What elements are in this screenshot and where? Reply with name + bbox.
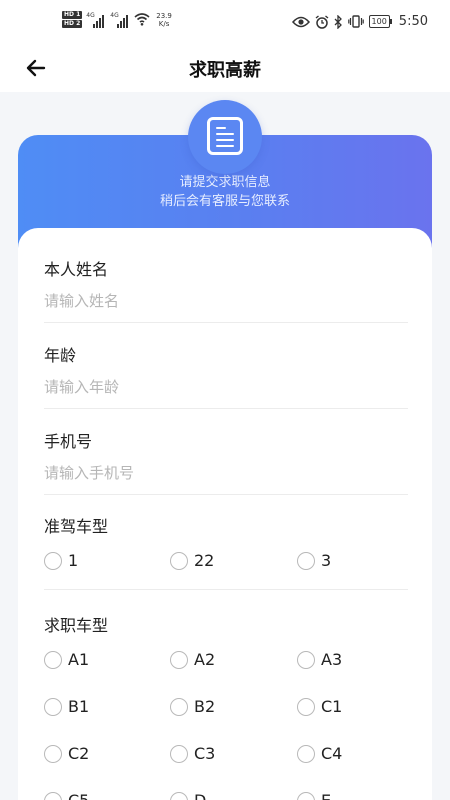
- banner-text: 请提交求职信息 稍后会有客服与您联系: [18, 173, 432, 211]
- radio-icon[interactable]: [170, 650, 188, 669]
- wifi-icon: [134, 13, 150, 26]
- job-form: 本人姓名 年龄 手机号 准驾车型 1 22 3 求职车型 A1 A2 A3: [18, 228, 432, 800]
- signal-icon: 4G: [86, 12, 106, 28]
- vehicle-option-a2[interactable]: A2: [170, 650, 215, 669]
- alarm-icon: [315, 14, 328, 29]
- radio-icon[interactable]: [297, 551, 315, 570]
- license-type-label: 准驾车型: [44, 517, 109, 536]
- vehicle-option-c2[interactable]: C2: [44, 744, 89, 763]
- radio-icon[interactable]: [44, 744, 62, 763]
- vehicle-option-e[interactable]: E: [297, 791, 331, 800]
- vibrate-icon: [347, 15, 364, 28]
- bluetooth-icon: [334, 14, 342, 29]
- divider: [44, 494, 408, 495]
- page-title: 求职高薪: [189, 60, 261, 81]
- hd-badge-2: HD 2: [62, 20, 83, 28]
- signal-icon: 4G: [110, 12, 130, 28]
- vehicle-option-a3[interactable]: A3: [297, 650, 342, 669]
- radio-icon[interactable]: [297, 697, 315, 716]
- license-option-22[interactable]: 22: [170, 551, 214, 570]
- phone-label: 手机号: [44, 432, 93, 451]
- radio-icon[interactable]: [44, 551, 62, 570]
- battery-icon: 100: [368, 15, 393, 28]
- vehicle-option-d[interactable]: D: [170, 791, 206, 800]
- vehicle-option-b1[interactable]: B1: [44, 697, 89, 716]
- status-bar: HD 1 HD 2 4G 4G 23.9 K/s 100 5:50: [0, 0, 450, 44]
- job-vehicle-label: 求职车型: [44, 616, 109, 635]
- app-header: 求职高薪: [0, 44, 450, 92]
- banner-line-2: 稍后会有客服与您联系: [159, 194, 290, 209]
- name-field: 本人姓名: [44, 256, 408, 323]
- age-field: 年龄: [44, 342, 408, 409]
- banner-line-1: 请提交求职信息: [179, 175, 271, 190]
- radio-icon[interactable]: [297, 791, 315, 800]
- status-time: 5:50: [398, 14, 428, 29]
- radio-icon[interactable]: [170, 697, 188, 716]
- phone-input[interactable]: [44, 464, 408, 482]
- vehicle-option-b2[interactable]: B2: [170, 697, 215, 716]
- license-option-1[interactable]: 1: [44, 551, 78, 570]
- license-option-3[interactable]: 3: [297, 551, 331, 570]
- vehicle-option-a1[interactable]: A1: [44, 650, 89, 669]
- status-right: 100 5:50: [291, 14, 428, 29]
- age-label: 年龄: [44, 346, 77, 365]
- radio-icon[interactable]: [44, 650, 62, 669]
- phone-field: 手机号: [44, 428, 408, 495]
- radio-icon[interactable]: [44, 791, 62, 800]
- age-input[interactable]: [44, 378, 408, 396]
- radio-icon[interactable]: [170, 744, 188, 763]
- hd-badge-1: HD 1: [62, 11, 83, 19]
- status-left: HD 1 HD 2 4G 4G 23.9 K/s: [62, 11, 172, 28]
- vehicle-option-c1[interactable]: C1: [297, 697, 342, 716]
- radio-icon[interactable]: [170, 791, 188, 800]
- divider: [44, 408, 408, 409]
- divider: [44, 589, 408, 590]
- hd-badges: HD 1 HD 2: [62, 11, 83, 28]
- vehicle-option-c3[interactable]: C3: [170, 744, 215, 763]
- eye-icon: [291, 16, 310, 27]
- document-icon: [207, 117, 243, 155]
- radio-icon[interactable]: [170, 551, 188, 570]
- radio-icon[interactable]: [297, 650, 315, 669]
- divider: [44, 322, 408, 323]
- vehicle-option-c4[interactable]: C4: [297, 744, 342, 763]
- name-label: 本人姓名: [44, 260, 109, 279]
- document-badge: [188, 100, 262, 174]
- name-input[interactable]: [44, 292, 408, 310]
- vehicle-option-c5[interactable]: C5: [44, 791, 89, 800]
- network-speed: 23.9 K/s: [156, 11, 172, 28]
- radio-icon[interactable]: [297, 744, 315, 763]
- radio-icon[interactable]: [44, 697, 62, 716]
